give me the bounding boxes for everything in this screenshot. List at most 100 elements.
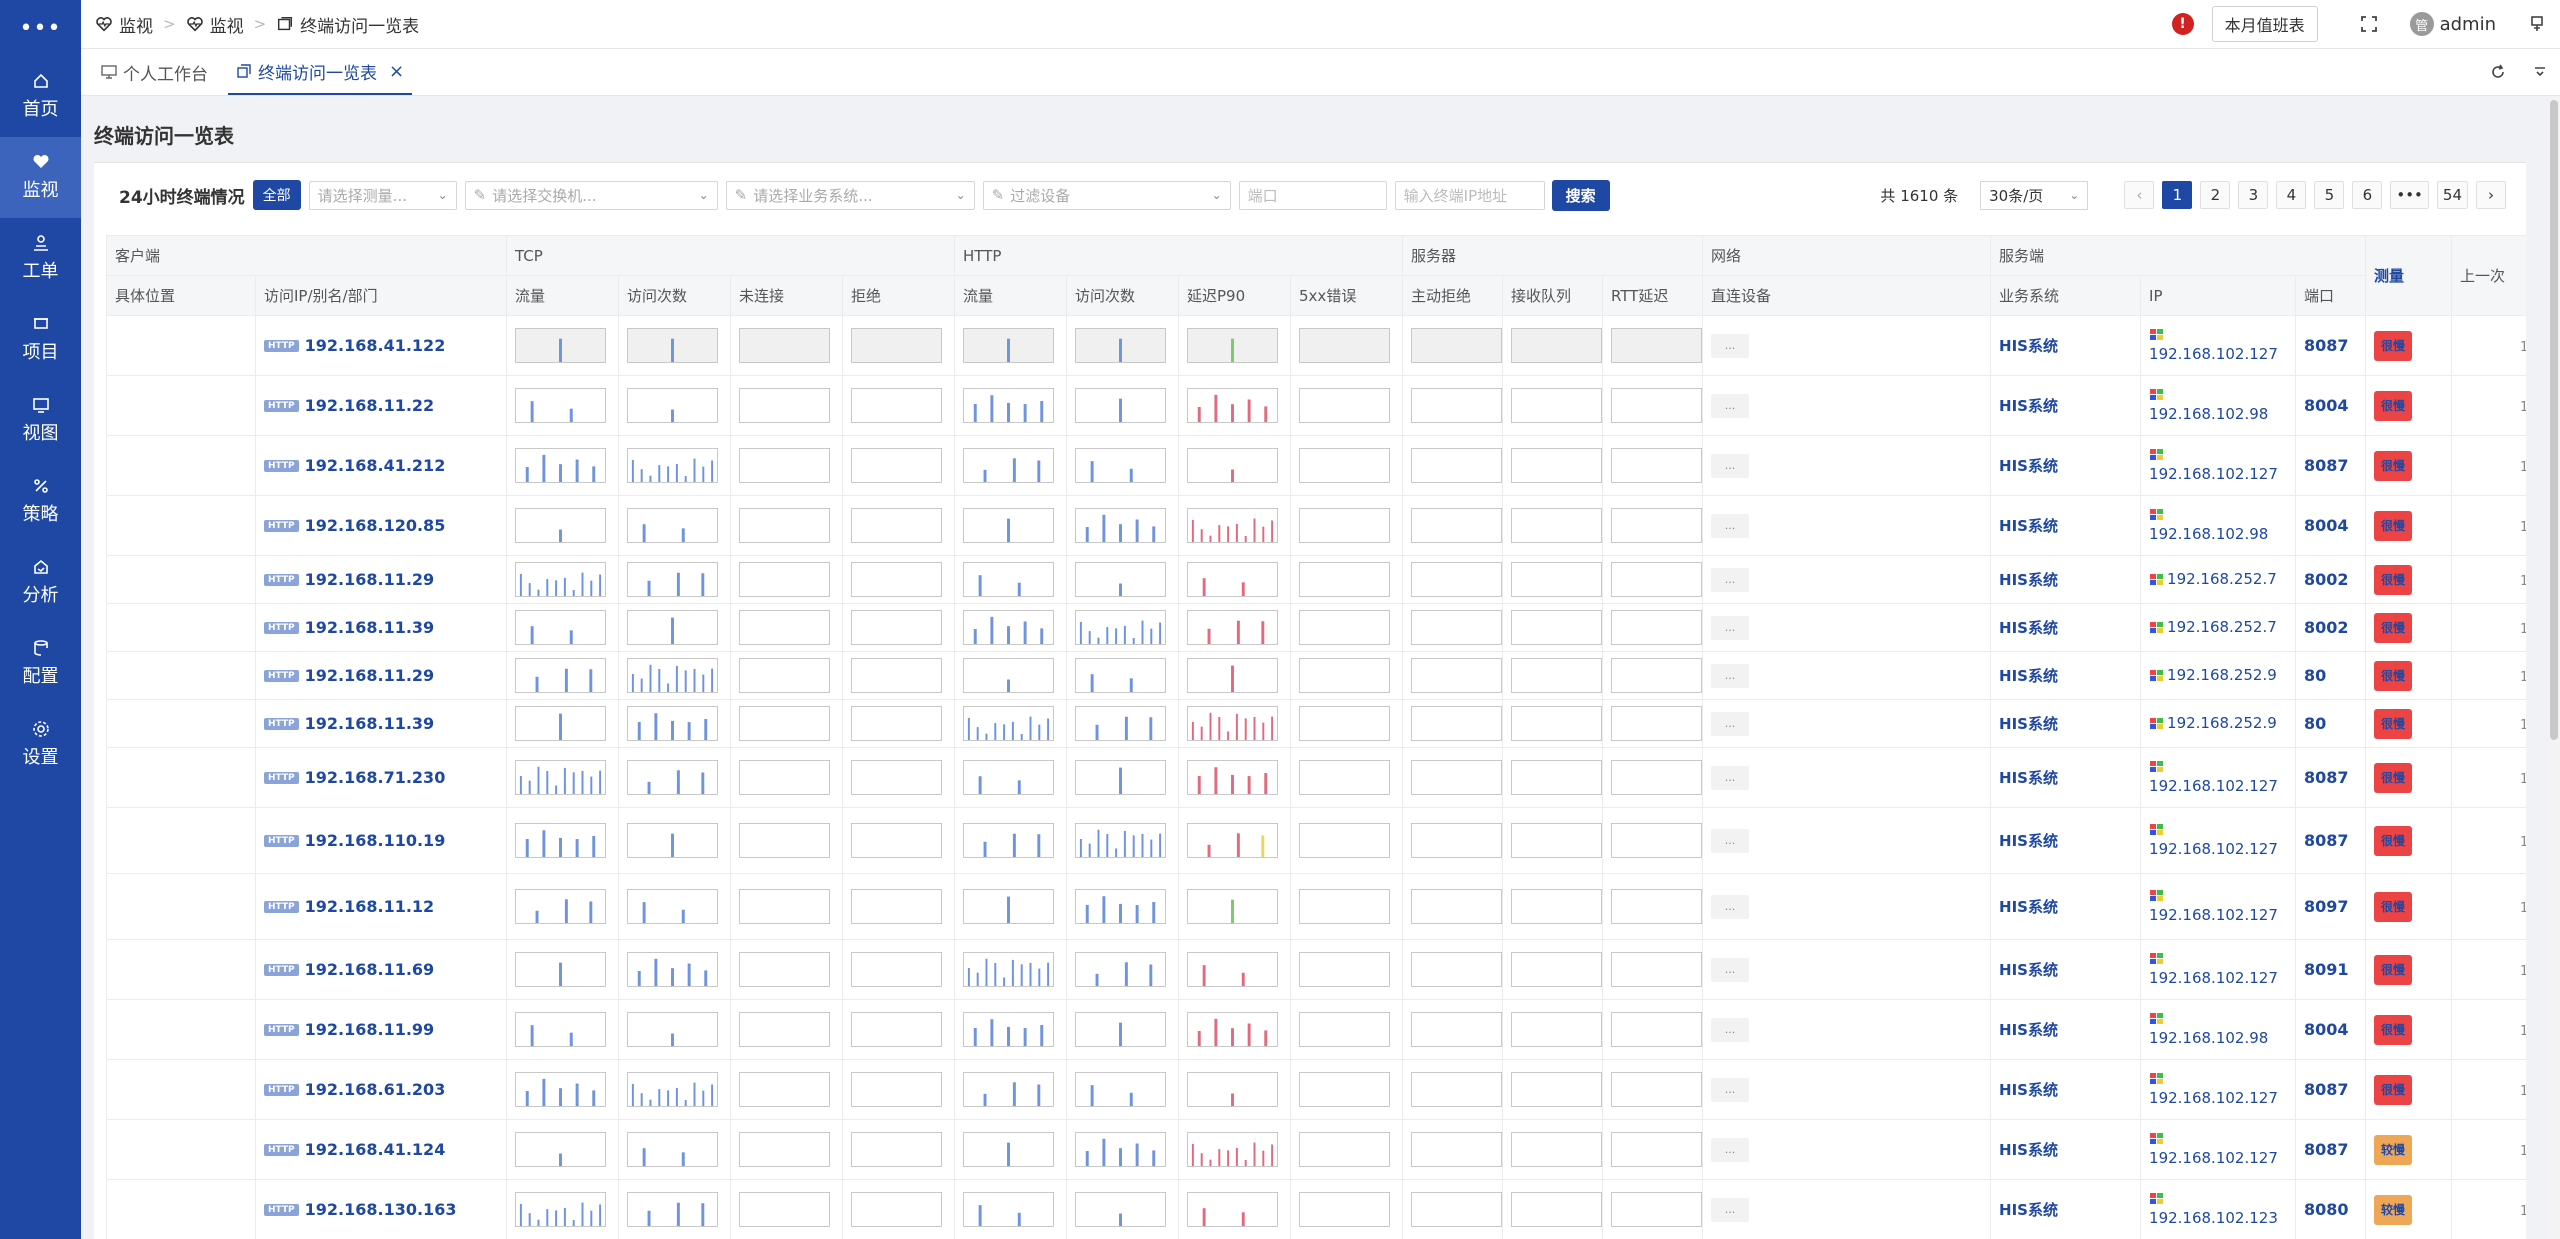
metric-cell[interactable] bbox=[842, 807, 955, 874]
sparkline-chart[interactable] bbox=[627, 562, 719, 597]
metric-cell[interactable] bbox=[1602, 1179, 1703, 1239]
sparkline-chart[interactable] bbox=[1075, 1132, 1167, 1167]
metric-cell[interactable] bbox=[618, 1119, 731, 1180]
port-cell[interactable]: 8091 bbox=[2295, 939, 2366, 1000]
metric-cell[interactable] bbox=[954, 555, 1067, 604]
column-header[interactable]: 拒绝 bbox=[842, 275, 956, 316]
page-button[interactable]: 5 bbox=[2314, 181, 2345, 209]
client-ip-link[interactable]: 192.168.11.69 bbox=[305, 960, 435, 979]
sparkline-chart[interactable] bbox=[627, 448, 719, 483]
sparkline-chart[interactable] bbox=[851, 448, 943, 483]
sparkline-chart[interactable] bbox=[1075, 610, 1167, 645]
sparkline-chart[interactable] bbox=[1187, 760, 1279, 795]
biz-system-cell[interactable]: HIS系统 bbox=[1990, 375, 2141, 436]
metric-cell[interactable] bbox=[1066, 873, 1179, 940]
port-link[interactable]: 8087 bbox=[2304, 831, 2349, 850]
status-badge[interactable]: 很慢 bbox=[2374, 390, 2413, 421]
biz-system-link[interactable]: HIS系统 bbox=[1999, 1201, 2058, 1219]
more-button[interactable]: ... bbox=[1711, 828, 1750, 853]
metric-cell[interactable] bbox=[954, 603, 1067, 652]
more-button[interactable]: ... bbox=[1711, 1017, 1750, 1042]
sparkline-chart[interactable] bbox=[963, 1012, 1055, 1047]
sparkline-chart[interactable] bbox=[739, 610, 831, 645]
measure-cell[interactable]: 很慢 bbox=[2365, 1059, 2452, 1120]
port-link[interactable]: 8097 bbox=[2304, 897, 2349, 916]
network-cell[interactable]: ... bbox=[1702, 1059, 1991, 1120]
biz-system-cell[interactable]: HIS系统 bbox=[1990, 807, 2141, 874]
status-badge[interactable]: 很慢 bbox=[2374, 891, 2413, 922]
metric-cell[interactable] bbox=[1178, 999, 1291, 1060]
biz-system-cell[interactable]: HIS系统 bbox=[1990, 1059, 2141, 1120]
measure-cell[interactable]: 很慢 bbox=[2365, 999, 2452, 1060]
metric-cell[interactable] bbox=[1290, 1059, 1403, 1120]
metric-cell[interactable] bbox=[954, 873, 1067, 940]
sparkline-chart[interactable] bbox=[1187, 706, 1279, 741]
sparkline-chart[interactable] bbox=[1611, 1132, 1703, 1167]
ip-cell[interactable]: HTTP 192.168.11.29 bbox=[254, 555, 507, 604]
metric-cell[interactable] bbox=[1602, 495, 1703, 556]
port-cell[interactable]: 8087 bbox=[2295, 747, 2366, 808]
metric-cell[interactable] bbox=[1178, 375, 1291, 436]
server-ip-cell[interactable]: 192.168.102.127 bbox=[2140, 315, 2296, 376]
metric-cell[interactable] bbox=[506, 939, 619, 1000]
client-ip-link[interactable]: 192.168.41.124 bbox=[305, 1140, 446, 1159]
port-cell[interactable]: 8087 bbox=[2295, 1119, 2366, 1180]
metric-cell[interactable] bbox=[1178, 939, 1291, 1000]
metric-cell[interactable] bbox=[1502, 603, 1603, 652]
sparkline-chart[interactable] bbox=[1411, 508, 1503, 543]
port-input[interactable]: 端口 bbox=[1238, 180, 1387, 210]
network-cell[interactable]: ... bbox=[1702, 375, 1991, 436]
metric-cell[interactable] bbox=[506, 807, 619, 874]
metric-cell[interactable] bbox=[842, 495, 955, 556]
measure-cell[interactable]: 较慢 bbox=[2365, 1179, 2452, 1239]
biz-system-link[interactable]: HIS系统 bbox=[1999, 769, 2058, 787]
sparkline-chart[interactable] bbox=[1611, 1072, 1703, 1107]
server-ip-link[interactable]: 192.168.102.98 bbox=[2149, 1029, 2268, 1047]
server-ip-cell[interactable]: 192.168.102.98 bbox=[2140, 999, 2296, 1060]
sparkline-chart[interactable] bbox=[1075, 760, 1167, 795]
sparkline-chart[interactable] bbox=[739, 1012, 831, 1047]
biz-system-link[interactable]: HIS系统 bbox=[1999, 961, 2058, 979]
server-ip-cell[interactable]: 192.168.102.127 bbox=[2140, 939, 2296, 1000]
metric-cell[interactable] bbox=[1402, 939, 1503, 1000]
metric-cell[interactable] bbox=[1402, 747, 1503, 808]
metric-cell[interactable] bbox=[1290, 1179, 1403, 1239]
server-ip-cell[interactable]: 192.168.102.127 bbox=[2140, 435, 2296, 496]
metric-cell[interactable] bbox=[842, 375, 955, 436]
port-link[interactable]: 8080 bbox=[2304, 1200, 2349, 1219]
metric-cell[interactable] bbox=[1602, 747, 1703, 808]
sparkline-chart[interactable] bbox=[1411, 760, 1503, 795]
network-cell[interactable]: ... bbox=[1702, 435, 1991, 496]
sparkline-chart[interactable] bbox=[1075, 658, 1167, 693]
metric-cell[interactable] bbox=[730, 603, 843, 652]
sparkline-chart[interactable] bbox=[963, 562, 1055, 597]
more-button[interactable]: ... bbox=[1711, 393, 1750, 418]
sparkline-chart[interactable] bbox=[1187, 1012, 1279, 1047]
client-ip-link[interactable]: 192.168.61.203 bbox=[305, 1080, 446, 1099]
metric-cell[interactable] bbox=[506, 1179, 619, 1239]
server-ip-cell[interactable]: 192.168.102.123 bbox=[2140, 1179, 2296, 1239]
port-cell[interactable]: 8087 bbox=[2295, 807, 2366, 874]
client-ip-link[interactable]: 192.168.120.85 bbox=[305, 516, 446, 535]
metric-cell[interactable] bbox=[842, 555, 955, 604]
metric-cell[interactable] bbox=[954, 699, 1067, 748]
metric-cell[interactable] bbox=[506, 315, 619, 376]
sparkline-chart[interactable] bbox=[851, 1012, 943, 1047]
status-badge[interactable]: 很慢 bbox=[2374, 330, 2413, 361]
sparkline-chart[interactable] bbox=[851, 1132, 943, 1167]
sparkline-chart[interactable] bbox=[851, 952, 943, 987]
metric-cell[interactable] bbox=[1602, 873, 1703, 940]
biz-system-cell[interactable]: HIS系统 bbox=[1990, 873, 2141, 940]
sparkline-chart[interactable] bbox=[1511, 658, 1603, 693]
metric-cell[interactable] bbox=[1602, 699, 1703, 748]
username[interactable]: admin bbox=[2440, 14, 2496, 35]
metric-cell[interactable] bbox=[1066, 699, 1179, 748]
sparkline-chart[interactable] bbox=[515, 388, 607, 423]
sparkline-chart[interactable] bbox=[1611, 388, 1703, 423]
server-ip-cell[interactable]: 192.168.252.7 bbox=[2140, 555, 2296, 604]
metric-cell[interactable] bbox=[506, 435, 619, 496]
metric-cell[interactable] bbox=[1602, 939, 1703, 1000]
ip-cell[interactable]: HTTP 192.168.11.69 bbox=[254, 939, 507, 1000]
status-badge[interactable]: 很慢 bbox=[2374, 825, 2413, 856]
sidebar-item-5[interactable]: 策略 bbox=[0, 461, 81, 542]
